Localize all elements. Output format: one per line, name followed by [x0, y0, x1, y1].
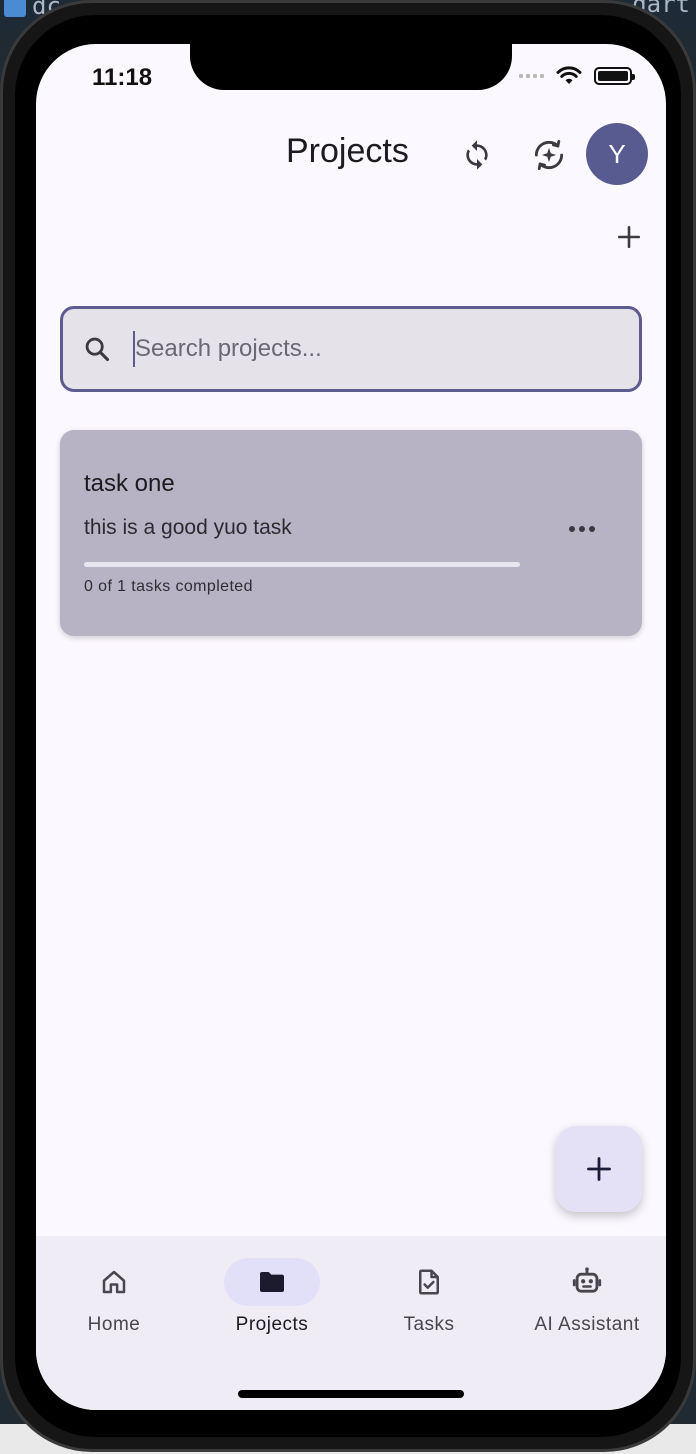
- nav-item-projects[interactable]: Projects: [197, 1258, 347, 1336]
- nav-item-ai-assistant[interactable]: AI Assistant: [512, 1258, 662, 1336]
- nav-active-indicator: [224, 1258, 320, 1306]
- wifi-icon: [556, 66, 582, 84]
- plus-icon: [617, 225, 641, 249]
- nav-label-projects: Projects: [235, 1314, 309, 1335]
- project-progress-bar: [84, 562, 520, 567]
- more-options-button[interactable]: [560, 514, 604, 544]
- nav-item-home[interactable]: Home: [39, 1258, 189, 1336]
- home-indicator[interactable]: [238, 1390, 464, 1398]
- more-horizontal-icon: [569, 526, 575, 532]
- nav-item-tasks[interactable]: Tasks: [354, 1258, 504, 1336]
- cellular-signal-icon: [519, 74, 544, 78]
- project-title: task one: [84, 470, 175, 497]
- project-card[interactable]: task one this is a good yuo task 0 of 1 …: [60, 430, 642, 636]
- search-icon: [85, 337, 110, 362]
- add-project-button[interactable]: [612, 220, 646, 254]
- sync-icon: [466, 140, 488, 170]
- dart-file-icon: [4, 0, 26, 17]
- project-progress-text: 0 of 1 tasks completed: [84, 578, 253, 595]
- home-icon: [102, 1270, 126, 1294]
- folder-icon: [260, 1272, 284, 1292]
- user-avatar[interactable]: Y: [586, 123, 648, 185]
- app-screen: 11:18 Projects Y Search projects... task…: [36, 44, 666, 1410]
- project-description: this is a good yuo task: [84, 516, 292, 539]
- search-input[interactable]: [135, 335, 595, 363]
- ai-sparkle-button[interactable]: [526, 132, 572, 178]
- search-field[interactable]: [60, 306, 642, 392]
- plus-icon: [587, 1157, 611, 1181]
- robot-icon: [572, 1267, 602, 1293]
- status-time: 11:18: [92, 64, 153, 91]
- sync-button[interactable]: [454, 132, 500, 178]
- page-title: Projects: [286, 132, 409, 170]
- bottom-navigation: Home Projects Tasks AI Assistant: [36, 1236, 666, 1410]
- task-document-icon: [419, 1269, 439, 1295]
- ai-sparkle-icon: [534, 139, 564, 171]
- add-fab-button[interactable]: [556, 1126, 642, 1212]
- nav-label-tasks: Tasks: [403, 1314, 455, 1335]
- nav-label-home: Home: [87, 1314, 141, 1335]
- nav-label-ai-assistant: AI Assistant: [534, 1314, 640, 1335]
- status-icons: [519, 66, 635, 86]
- battery-icon: [594, 67, 635, 85]
- phone-notch: [190, 44, 512, 90]
